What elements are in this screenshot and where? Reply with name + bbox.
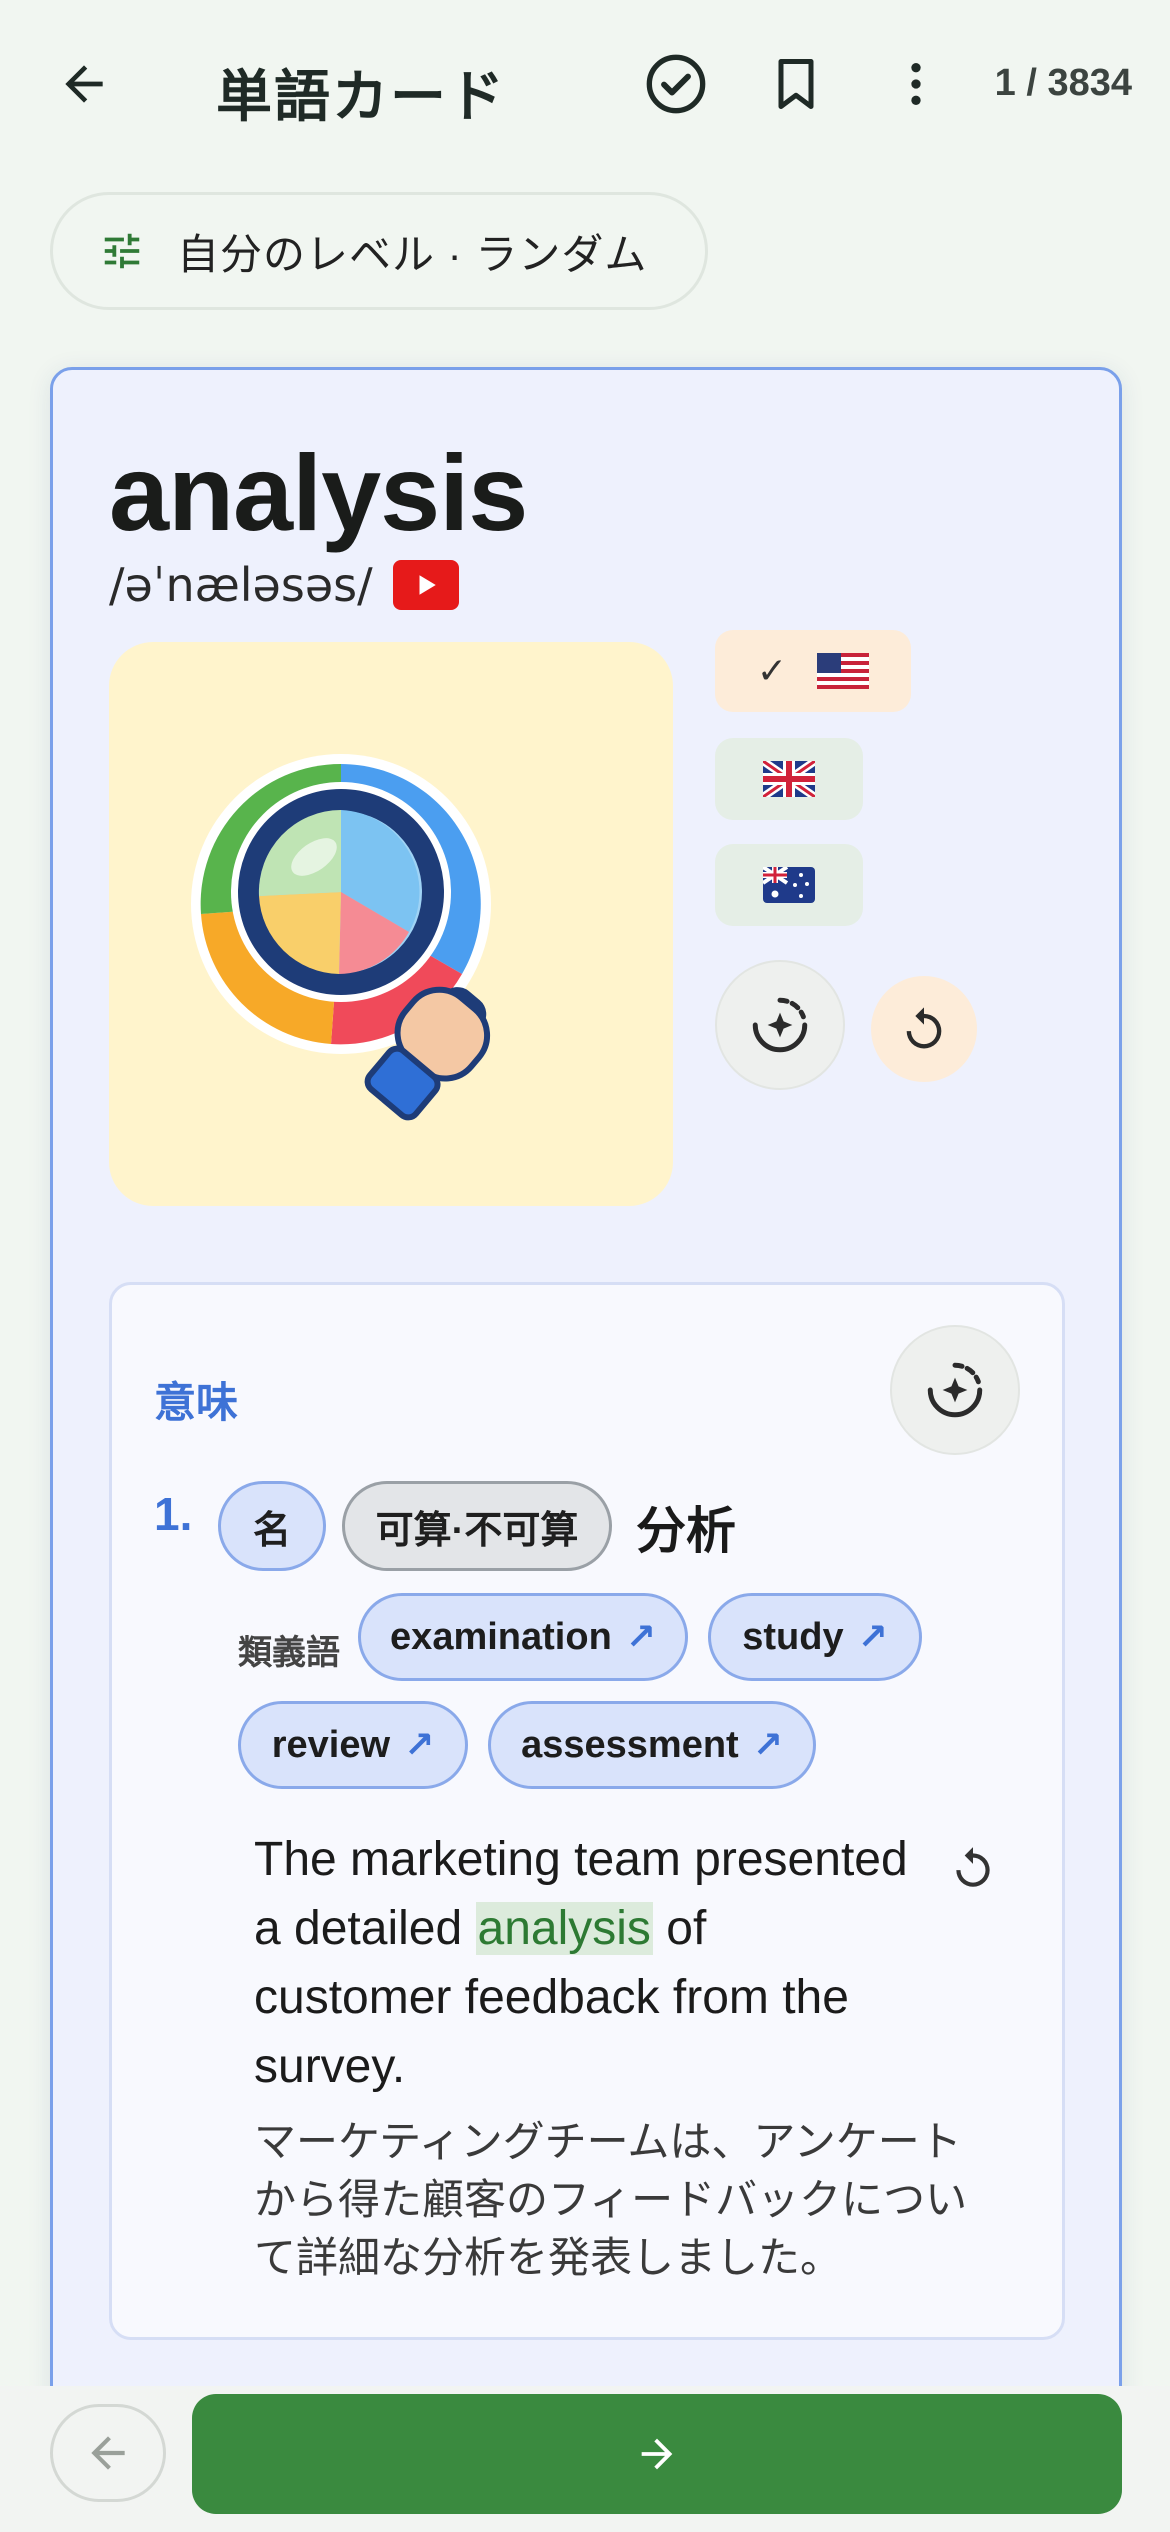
uk-flag-icon bbox=[763, 761, 815, 797]
synonyms-label: 類義語 bbox=[238, 1634, 340, 1672]
mark-known-button[interactable] bbox=[636, 44, 716, 124]
pos-badge: 名 bbox=[218, 1481, 326, 1571]
us-flag-icon bbox=[817, 653, 870, 689]
word-card: analysis /əˈnæləsəs/ ✓ 意味 1. 名 可算·不可算 分析… bbox=[50, 367, 1122, 2532]
arrow-left-icon bbox=[91, 2436, 125, 2470]
ai-sparkle-icon bbox=[752, 997, 808, 1053]
meaning-heading: 意味 bbox=[154, 1379, 239, 1426]
ai-generate-button[interactable] bbox=[715, 960, 845, 1090]
external-link-icon: ↗ bbox=[404, 1724, 435, 1765]
filter-label: 自分のレベル · ランダム bbox=[177, 230, 648, 278]
accent-au-button[interactable] bbox=[715, 844, 863, 926]
synonym-text: study bbox=[742, 1615, 844, 1658]
synonym-text: examination bbox=[390, 1615, 612, 1658]
pronunciation: /əˈnæləsəs/ bbox=[109, 558, 373, 612]
sense-number: 1. bbox=[154, 1488, 193, 1540]
synonym-chip[interactable]: assessment ↗ bbox=[488, 1701, 816, 1789]
example-sentence: The marketing team presented a detailed … bbox=[254, 1825, 914, 2101]
filter-chip[interactable]: 自分のレベル · ランダム bbox=[50, 192, 708, 310]
card-counter: 1 / 3834 bbox=[994, 62, 1132, 104]
example-translation: マーケティングチームは、アンケートから得た顧客のフィードバックについて詳細な分析… bbox=[254, 2118, 968, 2281]
accent-uk-button[interactable] bbox=[715, 738, 863, 820]
example-highlight: analysis bbox=[475, 1902, 653, 1955]
synonym-chip[interactable]: review ↗ bbox=[238, 1701, 468, 1789]
meaning-panel: 意味 1. 名 可算·不可算 分析 類義語 examination ↗ study… bbox=[109, 1282, 1065, 2340]
ai-meaning-button[interactable] bbox=[890, 1325, 1020, 1455]
previous-button[interactable] bbox=[50, 2404, 166, 2502]
check-circle-icon bbox=[646, 54, 706, 114]
refresh-example-button[interactable] bbox=[938, 1833, 1008, 1903]
arrow-right-icon bbox=[641, 2438, 673, 2470]
word-illustration bbox=[109, 642, 673, 1206]
synonym-chip[interactable]: examination ↗ bbox=[358, 1593, 688, 1681]
youtube-button[interactable] bbox=[392, 560, 459, 610]
definition: 分析 bbox=[636, 1503, 736, 1559]
external-link-icon: ↗ bbox=[857, 1616, 888, 1657]
external-link-icon: ↗ bbox=[752, 1724, 783, 1765]
tune-icon bbox=[104, 233, 140, 269]
refresh-image-button[interactable] bbox=[871, 976, 977, 1082]
external-link-icon: ↗ bbox=[625, 1616, 656, 1657]
countability-badge: 可算·不可算 bbox=[342, 1481, 612, 1571]
synonym-chip[interactable]: study ↗ bbox=[708, 1593, 922, 1681]
bookmark-button[interactable] bbox=[756, 44, 836, 124]
bottom-nav bbox=[0, 2386, 1170, 2532]
refresh-icon bbox=[956, 1847, 990, 1887]
bookmark-icon bbox=[778, 59, 814, 109]
pronunciation-row: /əˈnæləsəs/ bbox=[109, 558, 459, 612]
app-bar: 単語カード 1 / 3834 bbox=[0, 0, 1170, 170]
refresh-icon bbox=[906, 1007, 942, 1049]
youtube-play-icon bbox=[419, 575, 436, 595]
next-button[interactable] bbox=[192, 2394, 1122, 2514]
page-title: 単語カード bbox=[216, 65, 506, 128]
ai-sparkle-icon bbox=[927, 1362, 983, 1418]
magnifier-chart-icon bbox=[191, 754, 491, 1121]
headword: analysis bbox=[109, 432, 528, 553]
back-arrow-icon bbox=[65, 65, 103, 103]
accent-us-button[interactable]: ✓ bbox=[715, 630, 911, 712]
more-options-button[interactable] bbox=[876, 44, 956, 124]
back-button[interactable] bbox=[44, 44, 124, 124]
more-vert-icon bbox=[911, 63, 921, 105]
synonym-text: review bbox=[271, 1723, 391, 1766]
synonym-text: assessment bbox=[521, 1723, 739, 1766]
au-flag-icon bbox=[763, 867, 815, 903]
check-icon: ✓ bbox=[756, 650, 788, 691]
